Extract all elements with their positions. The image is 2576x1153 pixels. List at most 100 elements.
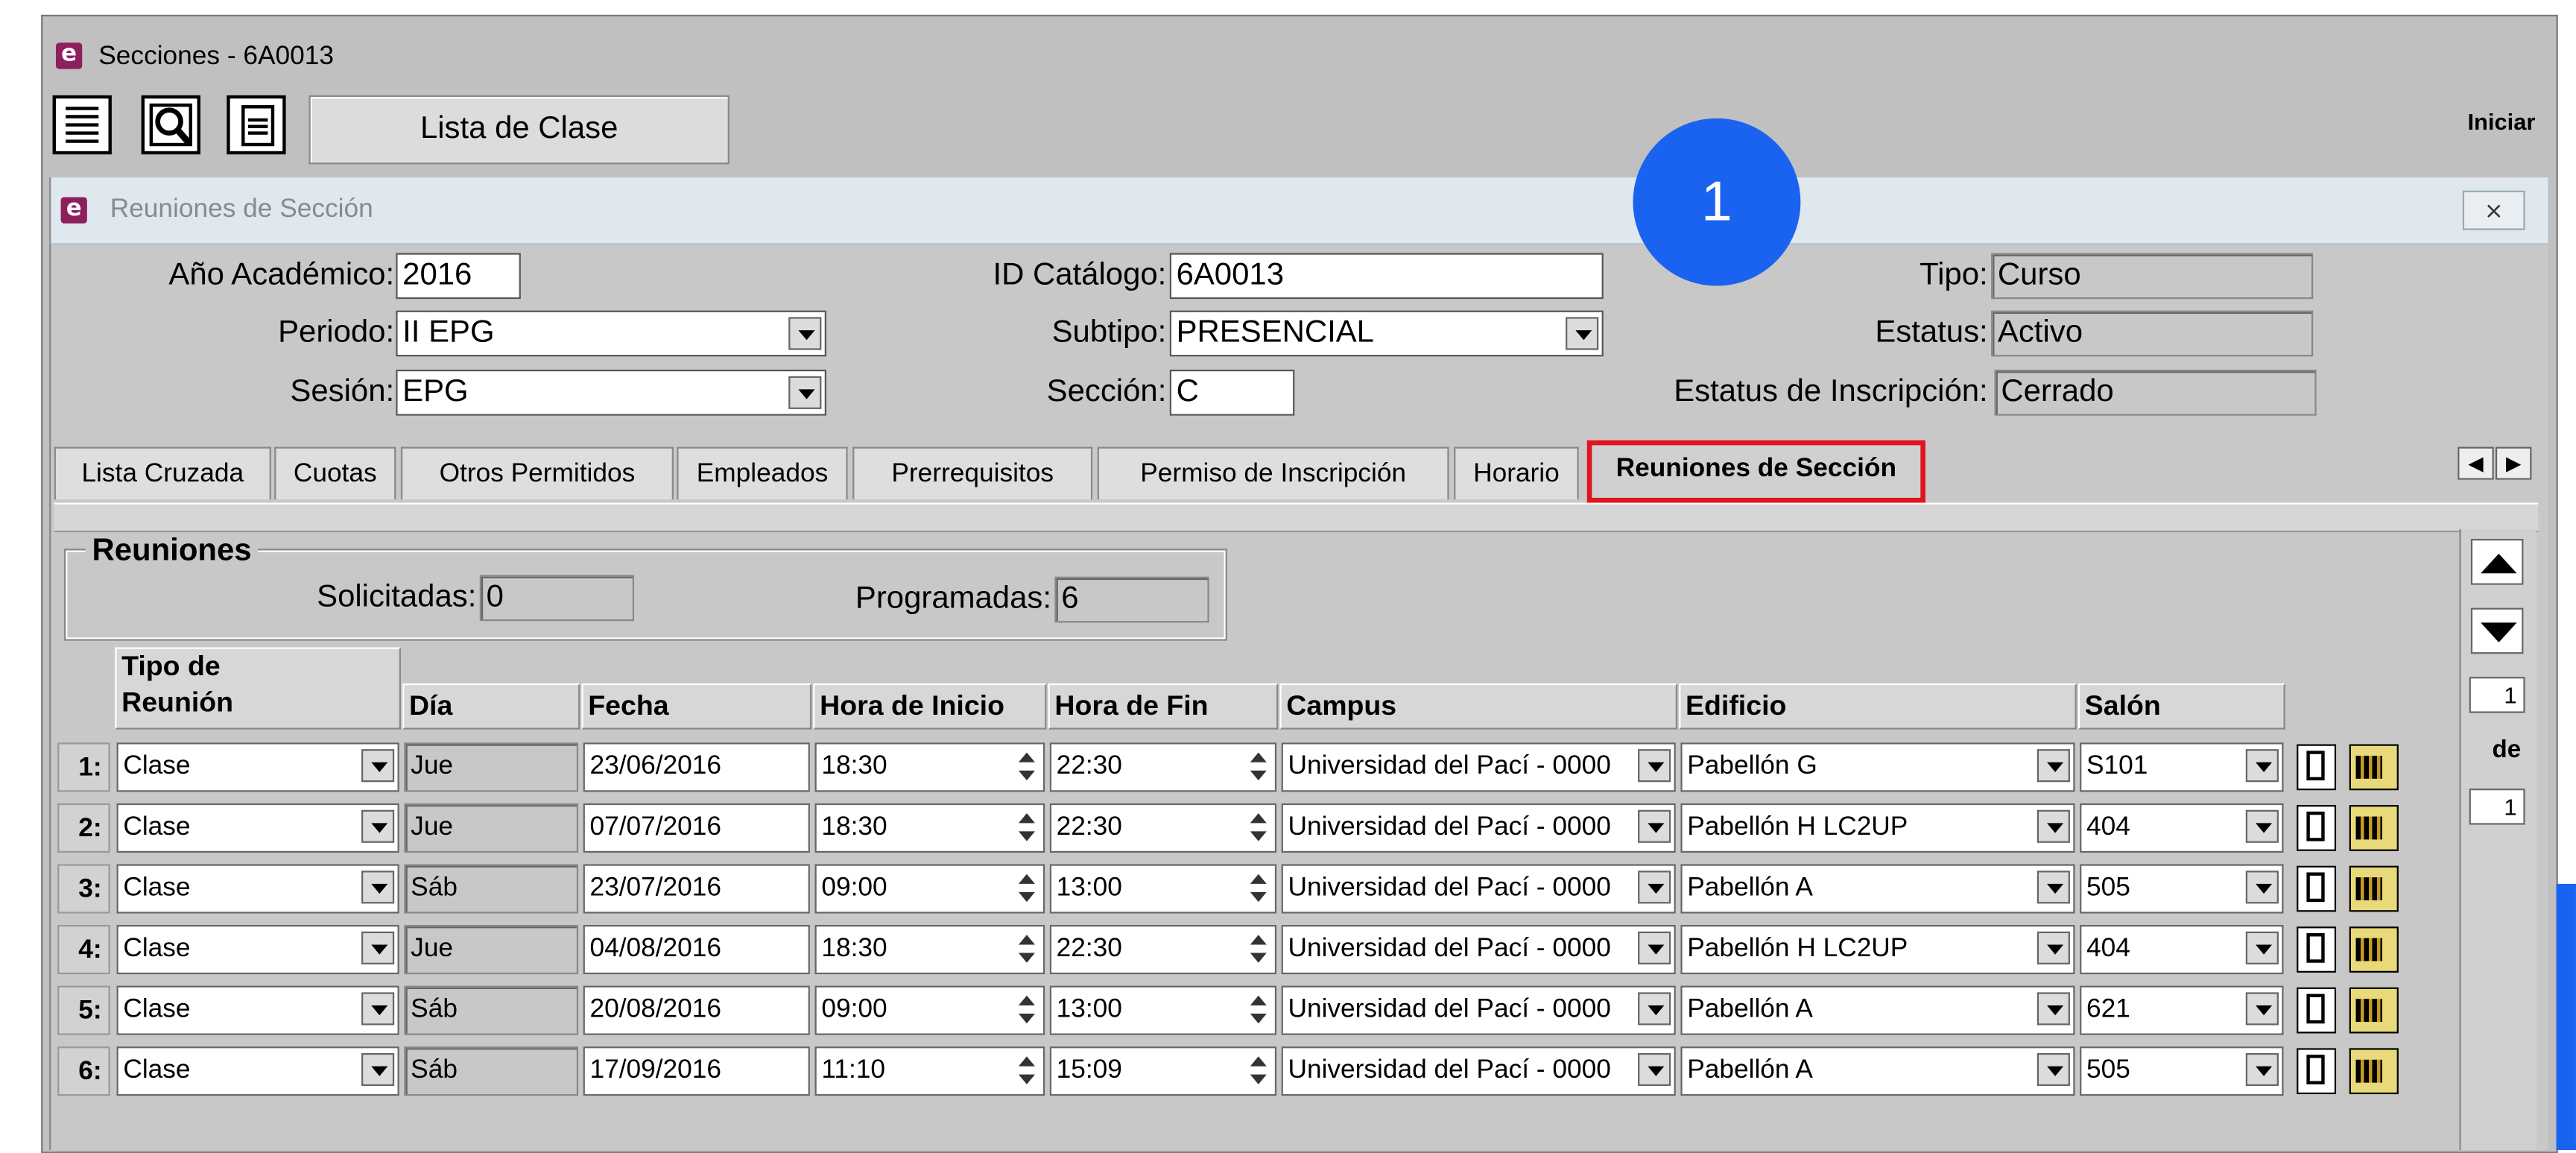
subtipo-dropdown-icon[interactable]	[1566, 317, 1599, 350]
edificio-select[interactable]: Pabellón A	[1680, 864, 2075, 914]
page-current[interactable]: 1	[2469, 677, 2525, 713]
tipo-reunion-dropdown-icon[interactable]	[361, 1052, 395, 1087]
tipo-reunion-dropdown-icon[interactable]	[361, 992, 395, 1026]
tab-reuniones-seccion[interactable]: Reuniones de Sección	[1586, 440, 1925, 503]
tipo-reunion-select[interactable]: Clase	[116, 803, 399, 853]
tab-lista-cruzada[interactable]: Lista Cruzada	[54, 446, 271, 500]
hora-fin-spinner-icon[interactable]	[1245, 932, 1271, 967]
hora-fin-field[interactable]: 13:00	[1049, 985, 1277, 1035]
edificio-select[interactable]: Pabellón H LC2UP	[1680, 803, 2075, 853]
subtipo-select[interactable]: PRESENCIAL	[1169, 310, 1604, 357]
edificio-dropdown-icon[interactable]	[2037, 992, 2070, 1026]
hora-inicio-spinner-icon[interactable]	[1013, 932, 1039, 967]
tab-horario[interactable]: Horario	[1454, 446, 1579, 500]
salon-dropdown-icon[interactable]	[2245, 992, 2279, 1026]
seccion-field[interactable]: C	[1169, 369, 1295, 416]
hora-inicio-field[interactable]: 18:30	[814, 803, 1045, 853]
list-view-icon[interactable]	[52, 95, 112, 155]
campus-select[interactable]: Universidad del Pací - 0000	[1281, 864, 1676, 914]
anio-field[interactable]: 2016	[396, 253, 521, 300]
search-document-icon[interactable]	[141, 95, 200, 155]
sesion-select[interactable]: EPG	[396, 369, 826, 416]
tipo-reunion-dropdown-icon[interactable]	[361, 809, 395, 843]
campus-dropdown-icon[interactable]	[1638, 749, 1671, 783]
edificio-select[interactable]: Pabellón A	[1680, 985, 2075, 1035]
building-lookup-icon[interactable]	[2349, 987, 2399, 1034]
hora-inicio-spinner-icon[interactable]	[1013, 1053, 1039, 1089]
scroll-up-icon[interactable]	[2470, 539, 2524, 585]
campus-select[interactable]: Universidad del Pací - 0000	[1281, 742, 1676, 792]
notes-icon[interactable]	[227, 95, 286, 155]
hora-inicio-field[interactable]: 11:10	[814, 1046, 1045, 1096]
catalogo-field[interactable]: 6A0013	[1169, 253, 1604, 300]
campus-select[interactable]: Universidad del Pací - 0000	[1281, 1046, 1676, 1096]
campus-dropdown-icon[interactable]	[1638, 871, 1671, 904]
tab-scroll-left-icon[interactable]: ◀	[2458, 446, 2494, 480]
salon-dropdown-icon[interactable]	[2245, 1052, 2279, 1087]
campus-dropdown-icon[interactable]	[1638, 1052, 1671, 1087]
tab-empleados[interactable]: Empleados	[677, 446, 848, 500]
salon-select[interactable]: 404	[2080, 803, 2284, 853]
lista-de-clase-button[interactable]: Lista de Clase	[308, 95, 730, 165]
edificio-dropdown-icon[interactable]	[2037, 809, 2070, 843]
salon-select[interactable]: 621	[2080, 985, 2284, 1035]
campus-select[interactable]: Universidad del Pací - 0000	[1281, 925, 1676, 975]
hora-inicio-field[interactable]: 09:00	[814, 864, 1045, 914]
fecha-field[interactable]: 23/06/2016	[583, 742, 810, 792]
sesion-dropdown-icon[interactable]	[788, 376, 822, 409]
scroll-down-icon[interactable]	[2470, 607, 2524, 654]
edificio-dropdown-icon[interactable]	[2037, 1052, 2070, 1087]
tab-otros-permitidos[interactable]: Otros Permitidos	[400, 446, 674, 500]
hora-inicio-spinner-icon[interactable]	[1013, 992, 1039, 1028]
tipo-reunion-dropdown-icon[interactable]	[361, 749, 395, 783]
tipo-reunion-select[interactable]: Clase	[116, 925, 399, 975]
tipo-reunion-select[interactable]: Clase	[116, 742, 399, 792]
hora-fin-spinner-icon[interactable]	[1245, 992, 1271, 1028]
edificio-dropdown-icon[interactable]	[2037, 871, 2070, 904]
tab-scroll-right-icon[interactable]: ▶	[2495, 446, 2532, 480]
campus-dropdown-icon[interactable]	[1638, 992, 1671, 1026]
hora-inicio-spinner-icon[interactable]	[1013, 749, 1039, 785]
campus-select[interactable]: Universidad del Pací - 0000	[1281, 985, 1676, 1035]
salon-select[interactable]: 505	[2080, 864, 2284, 914]
campus-select[interactable]: Universidad del Pací - 0000	[1281, 803, 1676, 853]
tab-prerrequisitos[interactable]: Prerrequisitos	[852, 446, 1093, 500]
tab-permiso-inscripcion[interactable]: Permiso de Inscripción	[1097, 446, 1449, 500]
salon-dropdown-icon[interactable]	[2245, 809, 2279, 843]
periodo-dropdown-icon[interactable]	[788, 317, 822, 350]
salon-dropdown-icon[interactable]	[2245, 931, 2279, 964]
fecha-field[interactable]: 23/07/2016	[583, 864, 810, 914]
edificio-dropdown-icon[interactable]	[2037, 931, 2070, 964]
hora-fin-spinner-icon[interactable]	[1245, 1053, 1271, 1089]
hora-fin-spinner-icon[interactable]	[1245, 810, 1271, 846]
document-icon[interactable]	[2297, 987, 2337, 1034]
close-button[interactable]: ⨯	[2462, 190, 2525, 230]
edificio-select[interactable]: Pabellón H LC2UP	[1680, 925, 2075, 975]
document-icon[interactable]	[2297, 1048, 2337, 1095]
tipo-reunion-select[interactable]: Clase	[116, 985, 399, 1035]
document-icon[interactable]	[2297, 926, 2337, 973]
edificio-select[interactable]: Pabellón G	[1680, 742, 2075, 792]
fecha-field[interactable]: 20/08/2016	[583, 985, 810, 1035]
campus-dropdown-icon[interactable]	[1638, 809, 1671, 843]
building-lookup-icon[interactable]	[2349, 926, 2399, 973]
tipo-reunion-select[interactable]: Clase	[116, 864, 399, 914]
tab-cuotas[interactable]: Cuotas	[274, 446, 396, 500]
hora-inicio-field[interactable]: 18:30	[814, 925, 1045, 975]
hora-fin-spinner-icon[interactable]	[1245, 749, 1271, 785]
salon-select[interactable]: 404	[2080, 925, 2284, 975]
salon-dropdown-icon[interactable]	[2245, 871, 2279, 904]
salon-dropdown-icon[interactable]	[2245, 749, 2279, 783]
iniciar-label[interactable]: Iniciar	[2467, 108, 2535, 134]
building-lookup-icon[interactable]	[2349, 744, 2399, 791]
hora-fin-field[interactable]: 13:00	[1049, 864, 1277, 914]
hora-inicio-spinner-icon[interactable]	[1013, 871, 1039, 906]
building-lookup-icon[interactable]	[2349, 865, 2399, 912]
hora-fin-field[interactable]: 15:09	[1049, 1046, 1277, 1096]
tipo-reunion-dropdown-icon[interactable]	[361, 931, 395, 964]
fecha-field[interactable]: 04/08/2016	[583, 925, 810, 975]
edificio-select[interactable]: Pabellón A	[1680, 1046, 2075, 1096]
edificio-dropdown-icon[interactable]	[2037, 749, 2070, 783]
document-icon[interactable]	[2297, 744, 2337, 791]
document-icon[interactable]	[2297, 865, 2337, 912]
